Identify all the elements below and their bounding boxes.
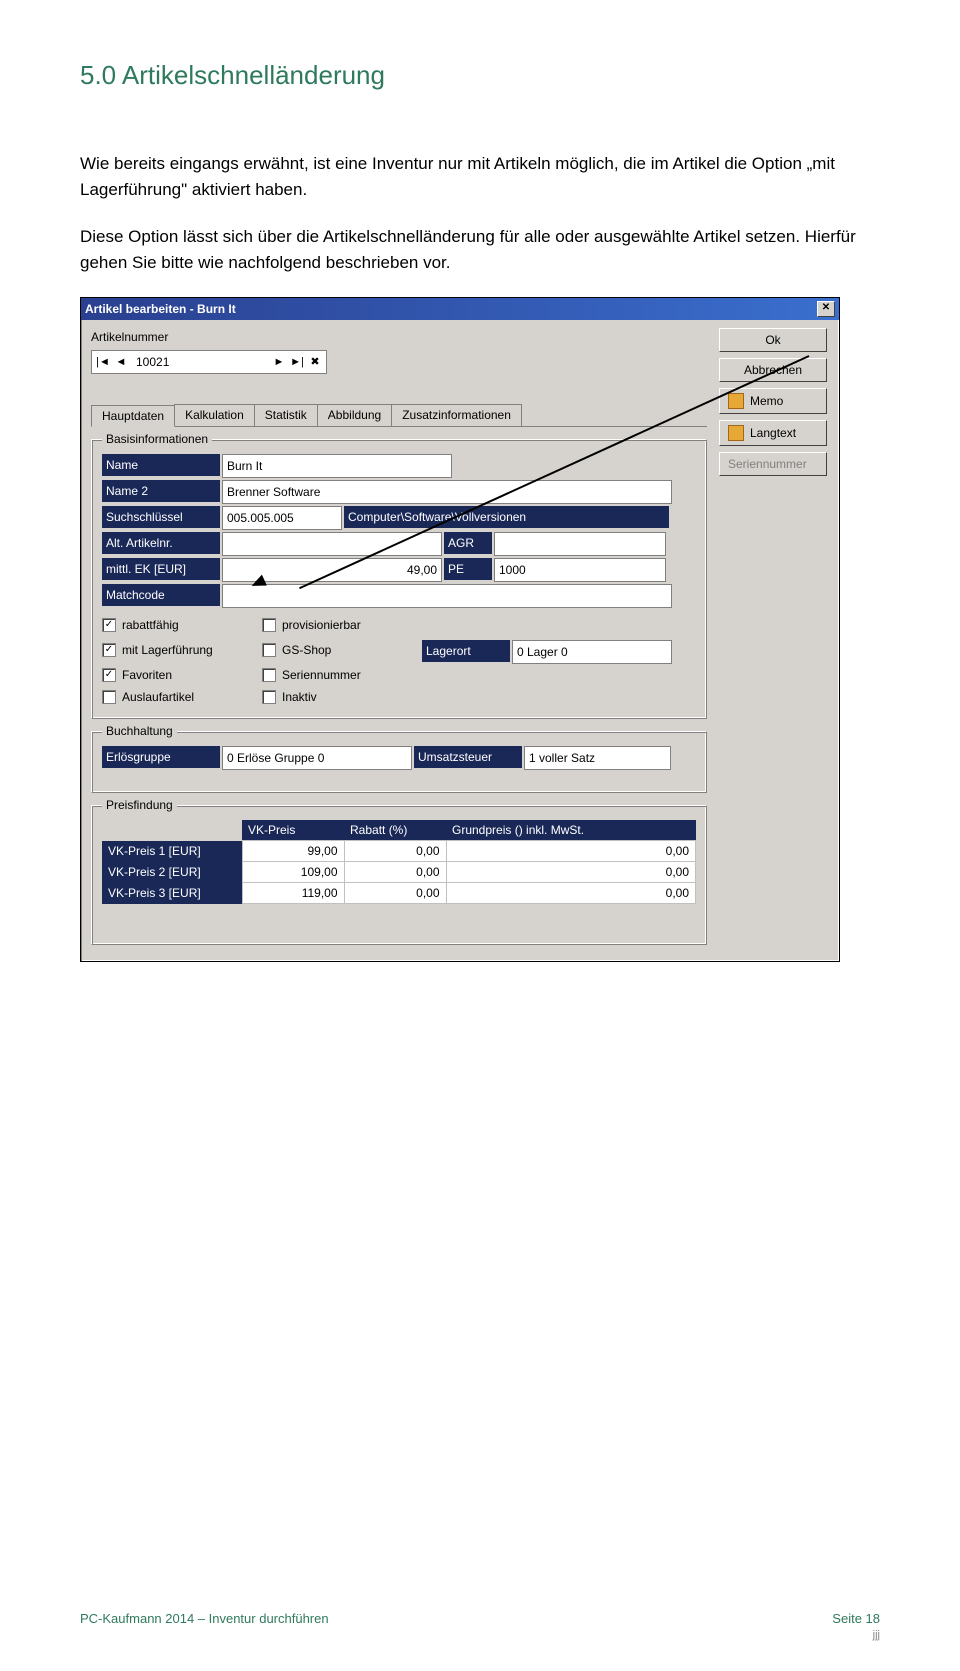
fieldset-preisfindung: Preisfindung VK-Preis Rabatt (%) Grundpr… [91,805,707,945]
row1-rab[interactable]: 0,00 [344,841,446,862]
pe-label: PE [444,558,492,580]
alt-input[interactable] [222,532,442,556]
tab-hauptdaten[interactable]: Hauptdaten [91,405,175,427]
checkbox-mit-lagerfuehrung[interactable]: mit Lagerführung [102,640,262,660]
section-heading: 5.0 Artikelschnelländerung [80,60,880,91]
footer-left: PC-Kaufmann 2014 – Inventur durchführen [80,1611,329,1641]
col-grundpreis: Grundpreis () inkl. MwSt. [446,820,696,841]
delete-record-icon[interactable]: ✖ [306,353,324,371]
fieldset-buchhaltung: Buchhaltung Erlösgruppe 0 Erlöse Gruppe … [91,731,707,793]
prev-record-icon[interactable]: ◄ [112,353,130,371]
row2-label: VK-Preis 2 [EUR] [102,862,242,883]
name-label: Name [102,454,220,476]
legend-basis: Basisinformationen [102,432,212,446]
row2-vk[interactable]: 109,00 [242,862,344,883]
memo-icon [728,393,744,409]
footer-page: Seite 18 [832,1611,880,1626]
name2-label: Name 2 [102,480,220,502]
table-header-row: VK-Preis Rabatt (%) Grundpreis () inkl. … [102,820,696,841]
checkbox-inaktiv[interactable]: Inaktiv [262,690,422,704]
name-input[interactable]: Burn It [222,454,452,478]
price-table: VK-Preis Rabatt (%) Grundpreis () inkl. … [102,820,696,904]
window-title: Artikel bearbeiten - Burn It [85,302,236,316]
last-record-icon[interactable]: ►| [288,353,306,371]
ek-label: mittl. EK [EUR] [102,558,220,580]
alt-label: Alt. Artikelnr. [102,532,220,554]
erlos-label: Erlösgruppe [102,746,220,768]
col-rabatt: Rabatt (%) [344,820,446,841]
footer-sub: jjj [873,1629,880,1641]
legend-preisfindung: Preisfindung [102,798,177,812]
langtext-icon [728,425,744,441]
such-input[interactable]: 005.005.005 [222,506,342,530]
tab-abbildung[interactable]: Abbildung [317,404,392,426]
seriennummer-button[interactable]: Seriennummer [719,452,827,476]
tab-kalkulation[interactable]: Kalkulation [174,404,255,426]
lagerort-label: Lagerort [422,640,510,662]
agr-label: AGR [444,532,492,554]
legend-buchhaltung: Buchhaltung [102,724,177,738]
tab-statistik[interactable]: Statistik [254,404,318,426]
pe-input[interactable]: 1000 [494,558,666,582]
article-number-value: 10021 [130,355,270,369]
table-row: VK-Preis 1 [EUR] 99,00 0,00 0,00 [102,841,696,862]
row3-label: VK-Preis 3 [EUR] [102,883,242,904]
memo-button[interactable]: Memo [719,388,827,414]
table-row: VK-Preis 3 [EUR] 119,00 0,00 0,00 [102,883,696,904]
row3-vk[interactable]: 119,00 [242,883,344,904]
tab-bar: Hauptdaten Kalkulation Statistik Abbildu… [91,404,707,427]
match-input[interactable] [222,584,672,608]
record-navigator[interactable]: |◄ ◄ 10021 ► ►| ✖ [91,350,327,374]
row3-gp[interactable]: 0,00 [446,883,696,904]
such-path: Computer\Software\Vollversionen [344,506,669,528]
checkbox-favoriten[interactable]: Favoriten [102,668,262,682]
close-icon[interactable]: ✕ [817,301,835,317]
row1-gp[interactable]: 0,00 [446,841,696,862]
checkbox-rabattfaehig[interactable]: rabattfähig [102,618,262,632]
ust-label: Umsatzsteuer [414,746,522,768]
checkbox-auslaufartikel[interactable]: Auslaufartikel [102,690,262,704]
checkbox-seriennummer[interactable]: Seriennummer [262,668,422,682]
title-bar: Artikel bearbeiten - Burn It ✕ [81,298,839,320]
first-record-icon[interactable]: |◄ [94,353,112,371]
row2-rab[interactable]: 0,00 [344,862,446,883]
paragraph-2: Diese Option lässt sich über die Artikel… [80,224,880,275]
row1-label: VK-Preis 1 [EUR] [102,841,242,862]
next-record-icon[interactable]: ► [270,353,288,371]
row1-vk[interactable]: 99,00 [242,841,344,862]
paragraph-1: Wie bereits eingangs erwähnt, ist eine I… [80,151,880,202]
fieldset-basisinformationen: Basisinformationen Name Burn It Name 2 B… [91,439,707,719]
match-label: Matchcode [102,584,220,606]
tab-zusatzinformationen[interactable]: Zusatzinformationen [391,404,522,426]
col-vkpreis: VK-Preis [242,820,344,841]
checkbox-gs-shop[interactable]: GS-Shop [262,640,422,660]
page-footer: PC-Kaufmann 2014 – Inventur durchführen … [80,1611,880,1641]
row2-gp[interactable]: 0,00 [446,862,696,883]
lagerort-input[interactable]: 0 Lager 0 [512,640,672,664]
table-row: VK-Preis 2 [EUR] 109,00 0,00 0,00 [102,862,696,883]
ust-input[interactable]: 1 voller Satz [524,746,671,770]
erlos-input[interactable]: 0 Erlöse Gruppe 0 [222,746,412,770]
langtext-button[interactable]: Langtext [719,420,827,446]
row3-rab[interactable]: 0,00 [344,883,446,904]
such-label: Suchschlüssel [102,506,220,528]
checkbox-provisionierbar[interactable]: provisionierbar [262,618,422,632]
name2-input[interactable]: Brenner Software [222,480,672,504]
ok-button[interactable]: Ok [719,328,827,352]
dialog-window: Artikel bearbeiten - Burn It ✕ Artikelnu… [80,297,840,962]
agr-input[interactable] [494,532,666,556]
